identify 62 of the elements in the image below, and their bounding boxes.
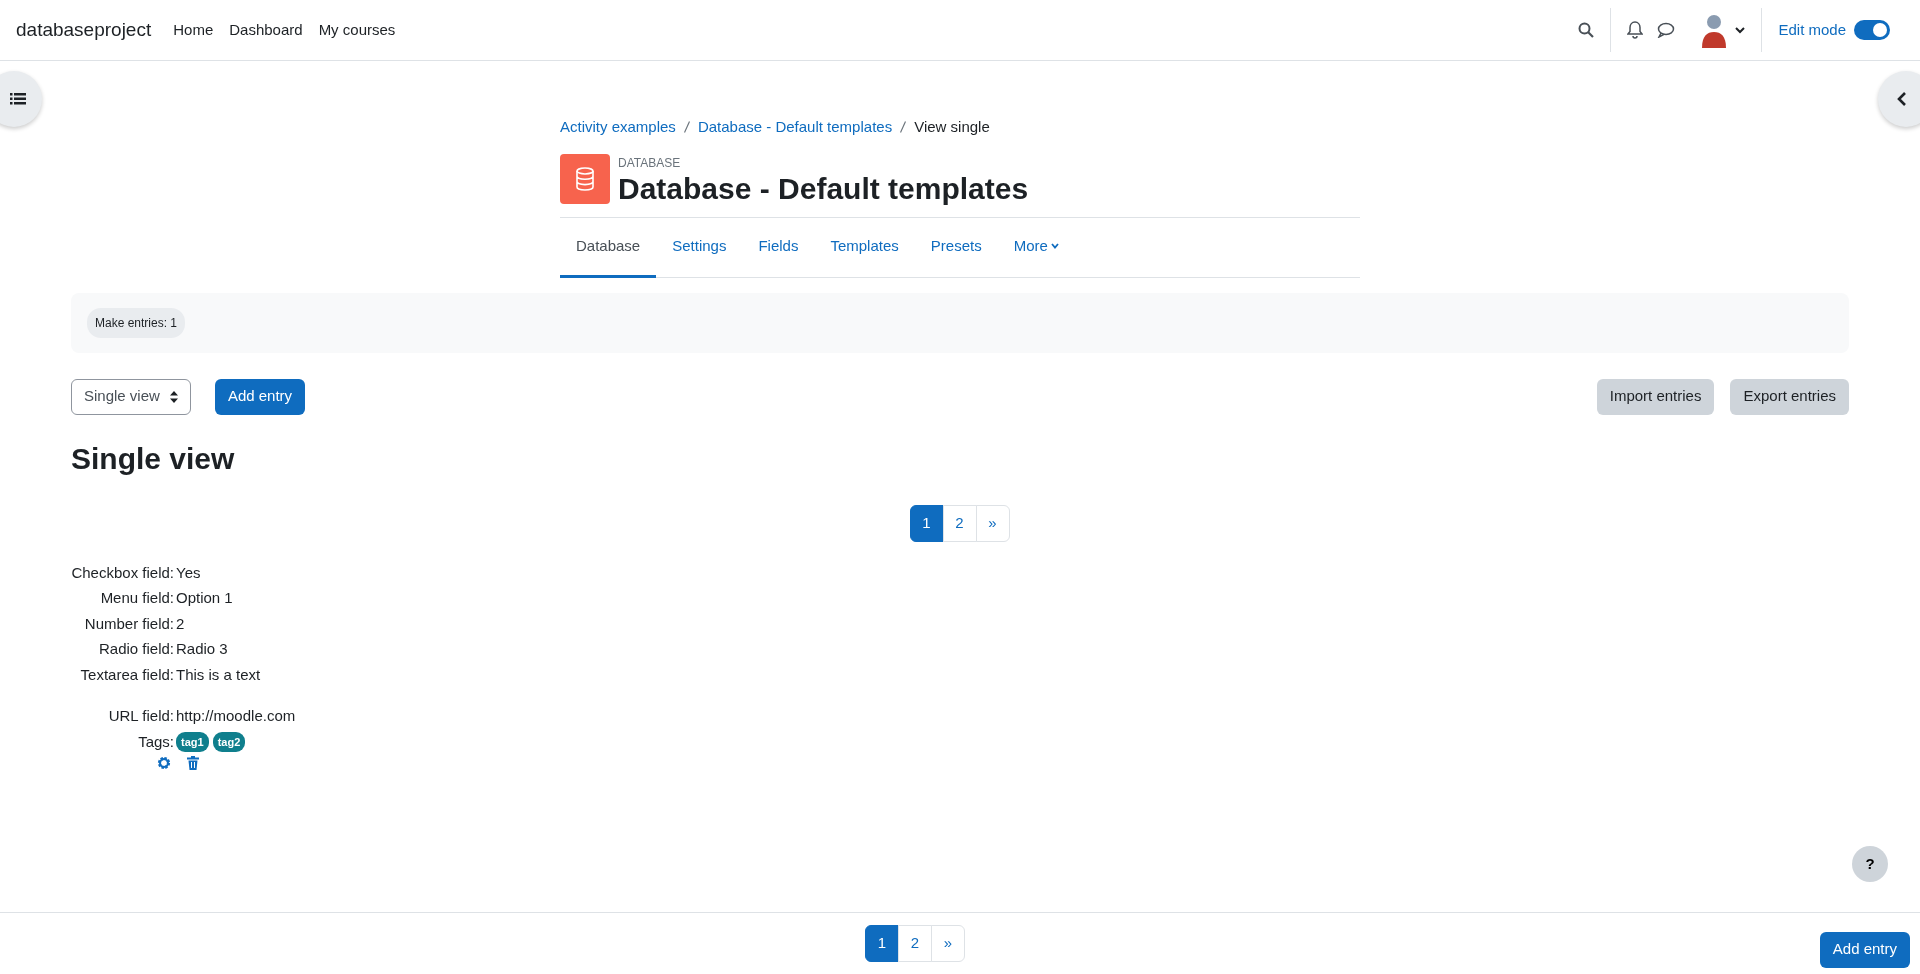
tag-badge[interactable]: tag2 <box>212 731 246 752</box>
tab[interactable]: Presets <box>914 217 998 278</box>
field-value: Option 1 <box>176 588 234 608</box>
page-link[interactable]: 2 <box>942 504 977 542</box>
field-value: http://moodle.com <box>176 706 296 726</box>
activity-type-label: DATABASE <box>618 154 682 172</box>
chevron-left-icon <box>1897 91 1907 107</box>
tab[interactable]: Database <box>560 217 657 278</box>
nav-link[interactable]: My courses <box>318 18 396 42</box>
view-select[interactable]: Single view <box>71 378 191 415</box>
breadcrumb-link[interactable]: Activity examples <box>560 116 676 139</box>
tab[interactable]: Templates <box>814 217 915 278</box>
tab[interactable]: More <box>997 217 1075 278</box>
nav-link[interactable]: Dashboard <box>229 18 303 42</box>
gear-icon[interactable] <box>157 756 171 770</box>
breadcrumb-current: View single <box>914 117 990 137</box>
site-name[interactable]: databaseproject <box>16 15 152 45</box>
tab[interactable]: Settings <box>656 217 743 278</box>
nav-link[interactable]: Home <box>173 18 214 42</box>
breadcrumb-separator <box>900 121 907 134</box>
toolbar-button[interactable]: Export entries <box>1730 378 1849 415</box>
search-icon[interactable] <box>1578 22 1595 38</box>
field-value: Radio 3 <box>176 639 229 659</box>
add-entry-button[interactable]: Add entry <box>214 378 306 415</box>
field-label: Textarea field: <box>79 664 174 685</box>
field-label: Menu field: <box>99 588 174 608</box>
caret-icon[interactable] <box>1735 26 1746 34</box>
caret-icon <box>1050 243 1059 249</box>
field-label: Radio field: <box>97 639 174 659</box>
page-link[interactable]: » <box>975 504 1010 542</box>
edit-mode-label: Edit mode <box>1778 19 1846 40</box>
tag-badge[interactable]: tag1 <box>176 731 209 752</box>
database-icon <box>575 167 595 191</box>
tab[interactable]: Fields <box>742 217 815 278</box>
breadcrumb-link[interactable]: Database - Default templates <box>697 116 893 139</box>
bell-icon[interactable] <box>1627 21 1644 39</box>
page-link[interactable]: 1 <box>865 925 899 962</box>
block-drawer-button[interactable] <box>1878 71 1920 127</box>
breadcrumb-separator <box>683 121 690 134</box>
list-icon <box>10 92 26 106</box>
section-heading: Single view <box>71 440 236 477</box>
field-value: 2 <box>176 613 186 634</box>
toolbar-button[interactable]: Import entries <box>1596 378 1715 415</box>
page-title: Database - Default templates <box>618 171 1029 205</box>
field-value: Yes <box>176 562 202 583</box>
edit-mode-toggle[interactable] <box>1854 20 1890 40</box>
field-label: Checkbox field: <box>70 562 174 583</box>
field-label: Tags: <box>137 731 174 752</box>
help-button[interactable]: ? <box>1852 846 1888 882</box>
course-index-button[interactable] <box>0 71 42 127</box>
trash-icon[interactable] <box>187 756 199 770</box>
page-link[interactable]: 1 <box>909 504 944 542</box>
page-link[interactable]: 2 <box>898 925 932 962</box>
page-link[interactable]: » <box>931 925 965 962</box>
sort-arrows-icon <box>169 390 178 403</box>
add-entry-button[interactable]: Add entry <box>1819 931 1910 968</box>
field-value: This is a text <box>176 664 262 685</box>
avatar-icon[interactable] <box>1701 12 1728 48</box>
speech-bubble-icon[interactable] <box>1657 22 1676 38</box>
field-label: URL field: <box>107 706 174 726</box>
field-label: Number field: <box>83 613 174 634</box>
completion-badge: Make entries: 1 <box>87 307 186 338</box>
